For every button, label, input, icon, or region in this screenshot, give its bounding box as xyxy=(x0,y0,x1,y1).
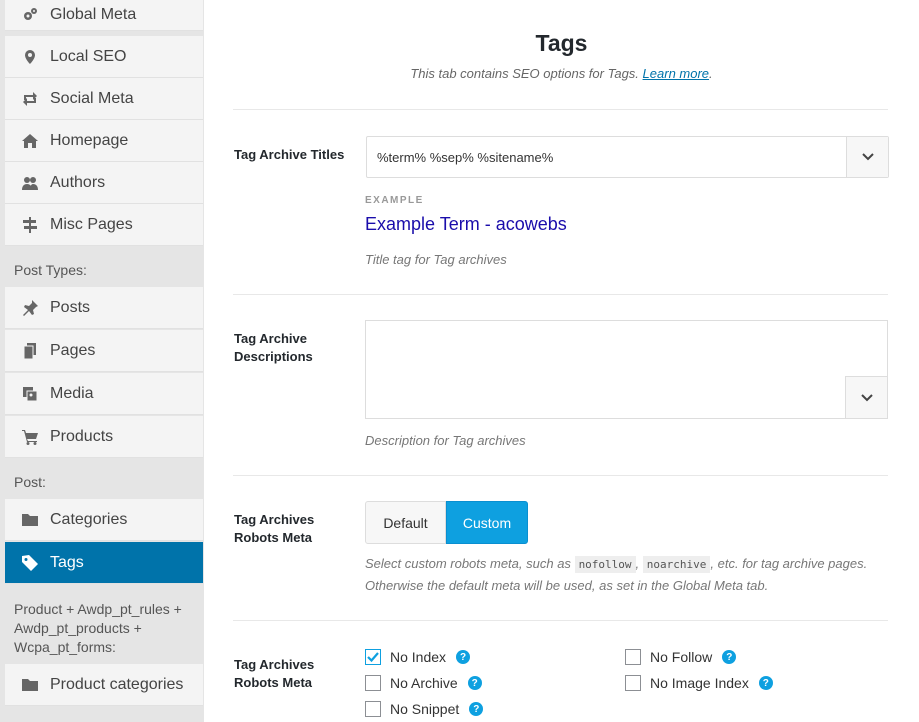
pages-icon xyxy=(22,342,38,359)
help-icon[interactable]: ? xyxy=(469,702,484,716)
sidebar-item-products[interactable]: Products xyxy=(5,416,203,458)
divider xyxy=(233,294,888,295)
tag-archive-titles-select[interactable]: %term% %sep% %sitename% xyxy=(366,136,889,178)
tags-settings-panel: Tags This tab contains SEO options for T… xyxy=(204,0,919,722)
checkbox-box[interactable] xyxy=(365,675,381,691)
sidebar-item-pages[interactable]: Pages xyxy=(5,330,203,372)
sidebar-item-label: Posts xyxy=(50,298,91,316)
sidebar-item-label: Authors xyxy=(50,173,106,191)
chevron-down-icon[interactable] xyxy=(845,376,887,418)
nofollow-code: nofollow xyxy=(574,556,636,573)
divider xyxy=(233,475,888,476)
sidebar-item-label: Misc Pages xyxy=(50,215,133,233)
folder-icon xyxy=(22,677,38,693)
no-archive-checkbox[interactable]: No Archive ? xyxy=(365,675,482,691)
sidebar-item-label: Homepage xyxy=(50,131,129,149)
signpost-icon xyxy=(22,216,38,233)
sidebar-heading-post-types: Post Types: xyxy=(14,262,87,278)
sidebar-item-authors[interactable]: Authors xyxy=(5,162,203,204)
robots-meta-checkboxes-label: Tag Archives Robots Meta xyxy=(234,657,315,690)
sidebar-item-label: Media xyxy=(50,384,94,402)
select-value: %term% %sep% %sitename% xyxy=(377,150,554,165)
sidebar-item-homepage[interactable]: Homepage xyxy=(5,120,203,162)
example-caption: EXAMPLE xyxy=(365,195,424,206)
share-icon xyxy=(22,91,38,107)
tag-archive-descriptions-input[interactable] xyxy=(365,320,888,419)
tag-icon xyxy=(22,554,38,571)
default-button[interactable]: Default xyxy=(365,501,446,544)
sidebar-item-posts[interactable]: Posts xyxy=(5,287,203,329)
checkbox-label: No Snippet xyxy=(390,701,460,717)
map-pin-icon xyxy=(22,49,38,65)
no-index-checkbox[interactable]: No Index ? xyxy=(365,649,471,665)
tag-archive-descriptions-label: Tag Archive Descriptions xyxy=(234,331,313,364)
sidebar-item-local-seo[interactable]: Local SEO xyxy=(5,36,203,78)
sidebar-item-social-meta[interactable]: Social Meta xyxy=(5,78,203,120)
help-icon[interactable]: ? xyxy=(456,650,471,664)
sidebar-heading-product: Product + Awdp_pt_rules + Awdp_pt_produc… xyxy=(14,601,182,655)
sidebar-item-label: Local SEO xyxy=(50,47,127,65)
sidebar-item-label: Pages xyxy=(50,341,96,359)
sidebar-item-product-categories[interactable]: Product categories xyxy=(5,664,203,706)
help-icon[interactable]: ? xyxy=(722,650,737,664)
home-icon xyxy=(22,133,38,149)
checkbox-box[interactable] xyxy=(365,701,381,717)
settings-sidebar: Global Meta Local SEO Social Meta Homepa… xyxy=(0,0,204,722)
checkbox-label: No Follow xyxy=(650,649,713,665)
no-snippet-checkbox[interactable]: No Snippet ? xyxy=(365,701,484,717)
checkbox-box[interactable] xyxy=(365,649,381,665)
robots-toggle-description: Select custom robots meta, such as nofol… xyxy=(365,556,868,593)
cart-icon xyxy=(22,429,38,445)
folder-icon xyxy=(22,512,38,528)
learn-more-link[interactable]: Learn more xyxy=(643,66,709,81)
sidebar-item-label: Product categories xyxy=(50,675,184,693)
robots-meta-toggle: Default Custom xyxy=(365,501,528,544)
example-title-preview: Example Term - acowebs xyxy=(365,214,567,234)
help-icon[interactable]: ? xyxy=(758,676,773,690)
robots-meta-toggle-label: Tag Archives Robots Meta xyxy=(234,512,315,545)
divider xyxy=(233,109,888,110)
sidebar-item-label: Tags xyxy=(50,553,84,571)
no-follow-checkbox[interactable]: No Follow ? xyxy=(625,649,737,665)
media-icon xyxy=(22,386,38,402)
titles-description: Title tag for Tag archives xyxy=(365,252,507,267)
gears-icon xyxy=(22,7,38,23)
sidebar-item-categories[interactable]: Categories xyxy=(5,499,203,541)
help-icon[interactable]: ? xyxy=(467,676,482,690)
sidebar-item-global-meta[interactable]: Global Meta xyxy=(5,0,203,31)
sidebar-item-media[interactable]: Media xyxy=(5,373,203,415)
sidebar-item-label: Products xyxy=(50,427,114,445)
users-icon xyxy=(22,175,38,191)
pin-icon xyxy=(22,299,38,316)
sidebar-item-tags[interactable]: Tags xyxy=(5,542,203,584)
tag-archive-titles-label: Tag Archive Titles xyxy=(234,147,345,162)
page-title: Tags xyxy=(535,30,588,56)
checkbox-box[interactable] xyxy=(625,675,641,691)
no-image-index-checkbox[interactable]: No Image Index ? xyxy=(625,675,773,691)
sidebar-item-misc-pages[interactable]: Misc Pages xyxy=(5,204,203,246)
chevron-down-icon[interactable] xyxy=(846,137,888,177)
checkbox-label: No Archive xyxy=(390,675,458,691)
noarchive-code: noarchive xyxy=(642,556,711,573)
sidebar-item-label: Categories xyxy=(50,510,128,528)
divider xyxy=(233,620,888,621)
page-subtitle: This tab contains SEO options for Tags. … xyxy=(410,66,713,81)
checkbox-label: No Image Index xyxy=(650,675,749,691)
custom-button[interactable]: Custom xyxy=(446,501,528,544)
sidebar-item-label: Global Meta xyxy=(50,6,137,23)
checkbox-label: No Index xyxy=(390,649,447,665)
descriptions-description: Description for Tag archives xyxy=(365,433,526,448)
sidebar-heading-post: Post: xyxy=(14,474,46,490)
checkbox-box[interactable] xyxy=(625,649,641,665)
sidebar-item-label: Social Meta xyxy=(50,89,134,107)
